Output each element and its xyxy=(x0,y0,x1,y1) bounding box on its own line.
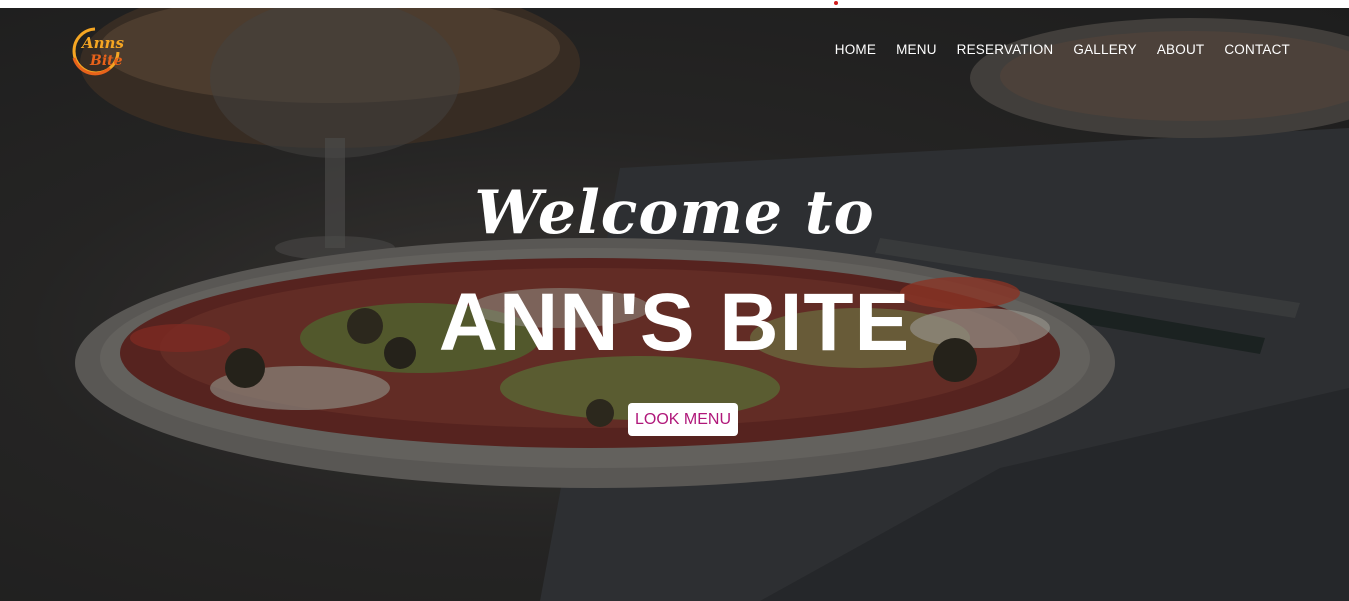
nav-item-menu[interactable]: MENU xyxy=(896,42,937,57)
svg-text:Bite: Bite xyxy=(89,53,123,69)
main-nav: HOME MENU RESERVATION GALLERY ABOUT CONT… xyxy=(835,42,1290,57)
logo-icon: Anns Bite xyxy=(72,27,124,76)
page-indicator-dot xyxy=(834,1,838,5)
hero-section: Anns Bite HOME MENU RESERVATION GALLERY … xyxy=(0,8,1349,601)
top-strip xyxy=(0,0,1349,8)
hero-brand-title: ANN'S BITE xyxy=(438,277,911,368)
nav-item-reservation[interactable]: RESERVATION xyxy=(957,42,1054,57)
svg-text:Anns: Anns xyxy=(80,34,124,52)
nav-item-gallery[interactable]: GALLERY xyxy=(1073,42,1136,57)
nav-item-about[interactable]: ABOUT xyxy=(1157,42,1205,57)
nav-item-contact[interactable]: CONTACT xyxy=(1224,42,1290,57)
look-menu-button[interactable]: LOOK MENU xyxy=(628,403,738,436)
site-logo[interactable]: Anns Bite xyxy=(66,24,124,76)
nav-item-home[interactable]: HOME xyxy=(835,42,876,57)
hero-welcome-text: Welcome to xyxy=(474,178,875,248)
